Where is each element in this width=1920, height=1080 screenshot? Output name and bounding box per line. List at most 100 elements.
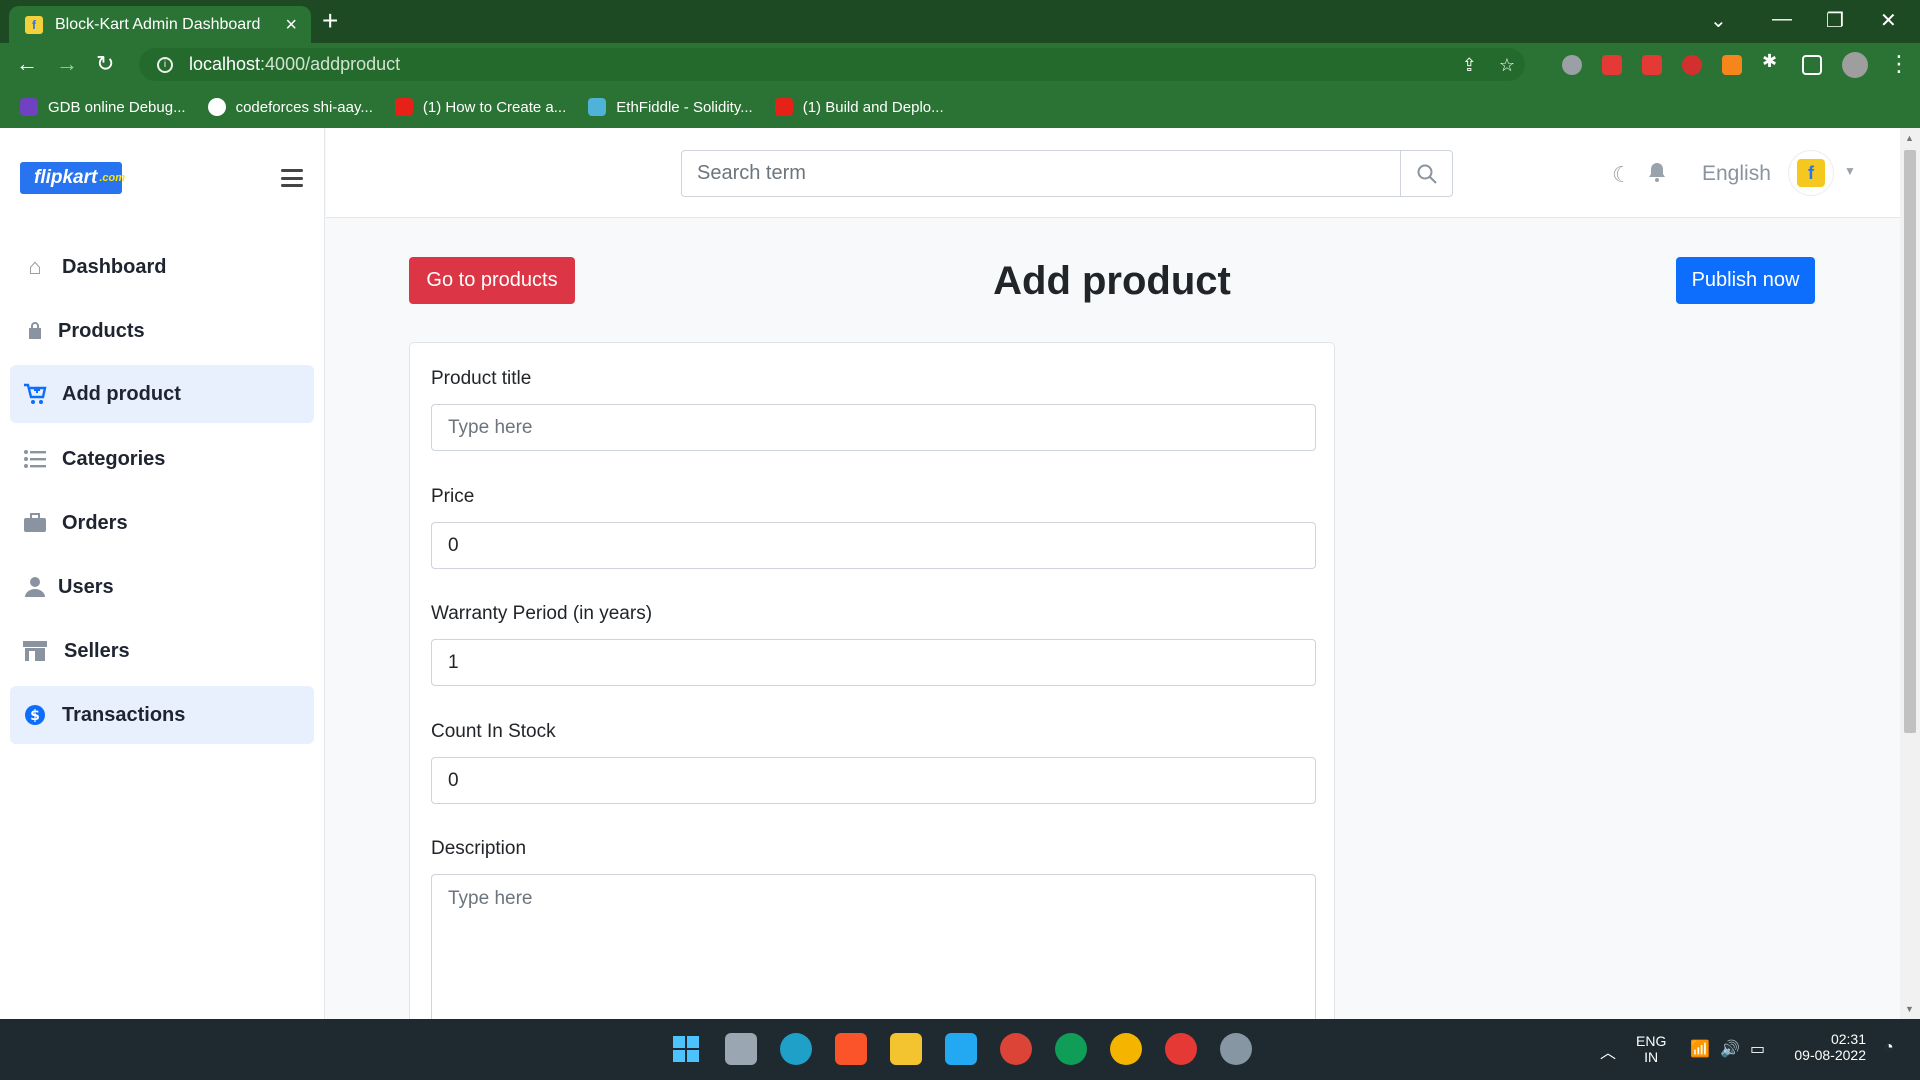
bookmark-label: (1) How to Create a... <box>422 98 567 116</box>
sidebar-item-sellers[interactable]: Sellers <box>10 622 314 680</box>
list-icon <box>22 448 48 470</box>
chrome-profile-icon[interactable] <box>1055 1033 1087 1065</box>
scroll-down-icon[interactable]: ▼ <box>1905 1004 1914 1014</box>
chevron-down-icon[interactable]: ▼ <box>1844 164 1856 178</box>
sidebar-item-dashboard[interactable]: ⌂ Dashboard <box>10 238 314 296</box>
search-button[interactable] <box>1400 151 1452 196</box>
flipkart-bag-icon: f <box>1797 159 1825 187</box>
bookmark-item[interactable]: codeforces shi-aay... <box>207 98 373 116</box>
flipkart-favicon-icon: f <box>25 15 43 34</box>
cart-plus-icon <box>22 383 48 405</box>
lang-region: IN <box>1644 1049 1659 1065</box>
extension-red-icon[interactable] <box>1602 55 1622 75</box>
site-info-icon[interactable]: i <box>157 56 173 73</box>
forward-icon[interactable]: → <box>56 51 78 77</box>
bookmark-label: GDB online Debug... <box>48 98 186 116</box>
side-panel-icon[interactable] <box>1802 55 1822 75</box>
volume-icon[interactable]: 🔊 <box>1720 1039 1740 1059</box>
settings-gear-icon[interactable] <box>1220 1033 1252 1065</box>
price-label: Price <box>431 486 475 507</box>
go-to-products-button[interactable]: Go to products <box>409 257 575 304</box>
url-host: localhost <box>189 54 261 74</box>
description-textarea[interactable]: Type here <box>431 874 1316 1019</box>
youtube-app-icon[interactable] <box>1165 1033 1197 1065</box>
page-scrollbar[interactable]: ▲ ▼ <box>1900 128 1920 1019</box>
clock[interactable]: 02:31 09-08-2022 <box>1786 1031 1866 1063</box>
lang-code: ENG <box>1636 1033 1667 1049</box>
youtube-bookmark-icon <box>394 98 413 116</box>
metamask-extension-icon[interactable] <box>1722 55 1742 75</box>
svg-text:$: $ <box>30 708 40 724</box>
youtube-extension-icon[interactable] <box>1642 55 1662 75</box>
bookmark-item[interactable]: (1) How to Create a... <box>394 98 567 116</box>
page-title: Add product <box>993 259 1231 303</box>
tab-search-icon[interactable]: ⌄ <box>1710 8 1727 33</box>
bookmark-item[interactable]: EthFiddle - Solidity... <box>588 98 753 116</box>
stock-input[interactable]: 0 <box>431 757 1316 804</box>
chrome-menu-icon[interactable]: ⋮ <box>1888 51 1910 77</box>
hamburger-menu-icon[interactable] <box>281 169 303 187</box>
dark-mode-moon-icon[interactable]: ☾ <box>1612 162 1632 188</box>
chrome-alt-icon[interactable] <box>1110 1033 1142 1065</box>
gdb-bookmark-icon <box>20 98 38 116</box>
file-explorer-icon[interactable] <box>890 1033 922 1065</box>
vscode-icon[interactable] <box>945 1033 977 1065</box>
bookmark-star-icon[interactable]: ☆ <box>1499 55 1515 76</box>
close-tab-icon[interactable]: × <box>285 15 297 35</box>
sidebar-item-products[interactable]: Products <box>10 302 314 360</box>
reload-icon[interactable]: ↻ <box>96 51 114 77</box>
new-tab-icon[interactable]: + <box>322 7 338 35</box>
scroll-up-icon[interactable]: ▲ <box>1905 133 1914 143</box>
sidebar-item-label: Products <box>58 319 145 342</box>
sidebar-item-users[interactable]: Users <box>10 558 314 616</box>
sidebar-item-label: Categories <box>62 447 166 470</box>
search-input[interactable] <box>682 151 1400 196</box>
windows-start-icon[interactable] <box>670 1033 702 1065</box>
bookmark-item[interactable]: (1) Build and Deplo... <box>774 98 944 116</box>
language-indicator[interactable]: ENG IN <box>1636 1033 1666 1065</box>
clock-date: 09-08-2022 <box>1794 1047 1866 1063</box>
battery-icon[interactable]: ▭ <box>1750 1039 1765 1059</box>
sidebar-item-label: Sellers <box>64 639 130 662</box>
bookmark-item[interactable]: GDB online Debug... <box>20 98 186 116</box>
tray-overflow-icon[interactable]: ︿ <box>1600 1039 1616 1063</box>
product-title-input[interactable]: Type here <box>431 404 1316 451</box>
notification-bell-icon[interactable] <box>1648 162 1666 188</box>
windows-taskbar: ︿ ENG IN 📶 🔊 ▭ 02:31 09-08-2022 ◔ <box>0 1019 1920 1080</box>
sidebar-item-label: Transactions <box>62 703 186 726</box>
adblock-extension-icon[interactable] <box>1682 55 1702 75</box>
scrollbar-thumb[interactable] <box>1904 150 1916 733</box>
close-window-icon[interactable]: ✕ <box>1880 8 1897 33</box>
top-header: ☾ English f ▼ <box>326 128 1920 218</box>
sidebar-item-label: Orders <box>62 511 128 534</box>
url-field[interactable]: i localhost :4000/addproduct ⇪ ☆ <box>139 48 1525 81</box>
dollar-icon: $ <box>22 704 48 726</box>
sidebar-item-add-product[interactable]: Add product <box>10 365 314 423</box>
edge-icon[interactable] <box>780 1033 812 1065</box>
chrome-icon[interactable] <box>1000 1033 1032 1065</box>
publish-now-button[interactable]: Publish now <box>1676 257 1815 304</box>
warranty-input[interactable]: 1 <box>431 639 1316 686</box>
search-icon <box>1417 164 1437 184</box>
wifi-icon[interactable]: 📶 <box>1690 1039 1710 1059</box>
browser-tab[interactable]: f Block-Kart Admin Dashboard × <box>9 6 311 43</box>
restore-icon[interactable]: ❐ <box>1826 8 1844 33</box>
minimize-icon[interactable]: — <box>1772 8 1792 31</box>
share-icon[interactable]: ⇪ <box>1462 55 1477 76</box>
sidebar-item-orders[interactable]: Orders <box>10 494 314 552</box>
sidebar-item-transactions[interactable]: $ Transactions <box>10 686 314 744</box>
task-view-icon[interactable] <box>725 1033 757 1065</box>
user-avatar[interactable]: f <box>1788 150 1834 196</box>
brave-icon[interactable] <box>835 1033 867 1065</box>
clock-time: 02:31 <box>1830 1031 1866 1047</box>
stock-label: Count In Stock <box>431 721 556 742</box>
profile-avatar[interactable] <box>1842 52 1868 78</box>
extensions-puzzle-icon[interactable]: ✱ <box>1762 51 1782 71</box>
grammarly-extension-icon[interactable] <box>1562 55 1582 75</box>
language-selector[interactable]: English <box>1702 162 1771 186</box>
price-input[interactable]: 0 <box>431 522 1316 569</box>
flipkart-logo[interactable]: flipkart .com <box>20 162 125 194</box>
sidebar-item-categories[interactable]: Categories <box>10 430 314 488</box>
notifications-icon[interactable]: ◔ <box>1884 1039 1894 1057</box>
back-icon[interactable]: ← <box>16 51 38 77</box>
